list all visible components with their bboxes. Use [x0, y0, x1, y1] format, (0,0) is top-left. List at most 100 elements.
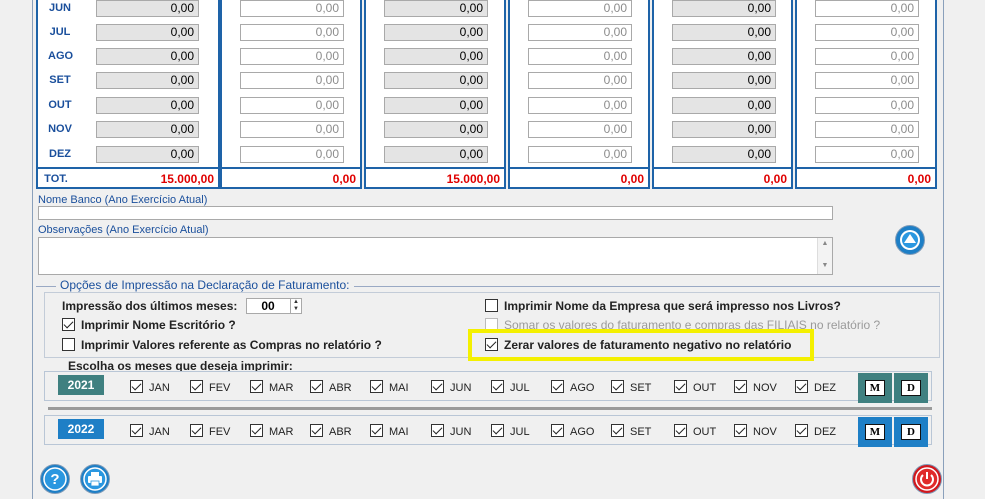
month-checkbox[interactable]	[190, 380, 203, 393]
month-checkbox[interactable]	[491, 380, 504, 393]
month-option[interactable]: OUT	[674, 424, 716, 438]
month-checkbox[interactable]	[611, 424, 624, 437]
mark-all-button[interactable]: M	[858, 417, 892, 447]
value-cell[interactable]: 0,00	[815, 121, 919, 138]
month-checkbox[interactable]	[674, 424, 687, 437]
month-option[interactable]: SET	[611, 424, 651, 438]
month-option[interactable]: JUL	[491, 380, 530, 394]
value-cell[interactable]: 0,00	[815, 24, 919, 41]
month-option[interactable]: AGO	[551, 424, 594, 438]
value-cell[interactable]: 0,00	[528, 97, 632, 114]
value-cell[interactable]: 0,00	[96, 0, 199, 17]
observacoes-field[interactable]: ▲ ▼	[38, 237, 833, 275]
month-option[interactable]: MAI	[370, 380, 409, 394]
month-checkbox[interactable]	[795, 424, 808, 437]
value-cell[interactable]: 0,00	[96, 48, 199, 65]
value-cell[interactable]: 0,00	[96, 121, 199, 138]
month-option[interactable]: JAN	[130, 380, 170, 394]
value-cell[interactable]: 0,00	[528, 72, 632, 89]
month-checkbox[interactable]	[431, 380, 444, 393]
month-checkbox[interactable]	[491, 424, 504, 437]
month-option[interactable]: JAN	[130, 424, 170, 438]
value-cell[interactable]: 0,00	[96, 97, 199, 114]
month-checkbox[interactable]	[611, 380, 624, 393]
value-cell[interactable]: 0,00	[240, 48, 344, 65]
year-badge[interactable]: 2021	[58, 375, 104, 395]
nome-escritorio-checkbox[interactable]	[62, 318, 75, 331]
month-option[interactable]: MAR	[250, 380, 293, 394]
month-checkbox[interactable]	[370, 424, 383, 437]
value-cell[interactable]: 0,00	[240, 121, 344, 138]
value-cell[interactable]: 0,00	[240, 146, 344, 163]
value-cell[interactable]: 0,00	[528, 121, 632, 138]
value-cell[interactable]: 0,00	[528, 0, 632, 17]
month-option[interactable]: FEV	[190, 380, 230, 394]
help-button[interactable]: ?	[40, 464, 70, 494]
month-checkbox[interactable]	[674, 380, 687, 393]
value-cell[interactable]: 0,00	[528, 48, 632, 65]
value-cell[interactable]: 0,00	[815, 146, 919, 163]
value-cell[interactable]: 0,00	[672, 24, 776, 41]
month-checkbox[interactable]	[551, 380, 564, 393]
nome-banco-field[interactable]	[38, 206, 833, 220]
value-cell[interactable]: 0,00	[96, 72, 199, 89]
month-option[interactable]: NOV	[734, 424, 777, 438]
month-option[interactable]: MAR	[250, 424, 293, 438]
month-option[interactable]: ABR	[310, 424, 352, 438]
month-checkbox[interactable]	[734, 424, 747, 437]
month-option[interactable]: OUT	[674, 380, 716, 394]
value-cell[interactable]: 0,00	[384, 97, 488, 114]
month-option[interactable]: ABR	[310, 380, 352, 394]
unmark-all-button[interactable]: D	[894, 373, 928, 403]
value-cell[interactable]: 0,00	[815, 48, 919, 65]
value-cell[interactable]: 0,00	[384, 72, 488, 89]
value-cell[interactable]: 0,00	[96, 146, 199, 163]
value-cell[interactable]: 0,00	[240, 24, 344, 41]
nome-empresa-option[interactable]: Imprimir Nome da Empresa que será impres…	[485, 299, 841, 313]
month-option[interactable]: JUN	[431, 424, 471, 438]
ultimos-meses-stepper[interactable]: 00 ▲ ▼	[246, 298, 302, 314]
value-cell[interactable]: 0,00	[240, 97, 344, 114]
stepper-arrows-icon[interactable]: ▲ ▼	[290, 299, 301, 313]
value-cell[interactable]: 0,00	[672, 146, 776, 163]
power-button[interactable]	[912, 464, 942, 494]
nome-empresa-checkbox[interactable]	[485, 299, 498, 312]
value-cell[interactable]: 0,00	[384, 0, 488, 17]
value-cell[interactable]: 0,00	[384, 48, 488, 65]
month-option[interactable]: JUN	[431, 380, 471, 394]
month-option[interactable]: JUL	[491, 424, 530, 438]
month-option[interactable]: FEV	[190, 424, 230, 438]
month-checkbox[interactable]	[310, 380, 323, 393]
year-badge[interactable]: 2022	[58, 419, 104, 439]
value-cell[interactable]: 0,00	[672, 0, 776, 17]
month-checkbox[interactable]	[431, 424, 444, 437]
month-checkbox[interactable]	[130, 380, 143, 393]
value-cell[interactable]: 0,00	[240, 0, 344, 17]
print-button[interactable]	[80, 464, 110, 494]
value-cell[interactable]: 0,00	[815, 0, 919, 17]
value-cell[interactable]: 0,00	[96, 24, 199, 41]
month-option[interactable]: NOV	[734, 380, 777, 394]
month-checkbox[interactable]	[310, 424, 323, 437]
month-checkbox[interactable]	[250, 380, 263, 393]
month-checkbox[interactable]	[250, 424, 263, 437]
month-checkbox[interactable]	[795, 380, 808, 393]
scroll-top-button[interactable]	[895, 225, 925, 255]
value-cell[interactable]: 0,00	[384, 121, 488, 138]
month-checkbox[interactable]	[734, 380, 747, 393]
nome-escritorio-option[interactable]: Imprimir Nome Escritório ?	[62, 318, 236, 332]
value-cell[interactable]: 0,00	[672, 72, 776, 89]
valores-compras-checkbox[interactable]	[62, 338, 75, 351]
month-option[interactable]: SET	[611, 380, 651, 394]
month-option[interactable]: DEZ	[795, 424, 836, 438]
value-cell[interactable]: 0,00	[528, 24, 632, 41]
observacoes-scrollbar[interactable]: ▲ ▼	[817, 238, 832, 274]
month-checkbox[interactable]	[551, 424, 564, 437]
value-cell[interactable]: 0,00	[528, 146, 632, 163]
value-cell[interactable]: 0,00	[815, 97, 919, 114]
unmark-all-button[interactable]: D	[894, 417, 928, 447]
valores-compras-option[interactable]: Imprimir Valores referente as Compras no…	[62, 338, 382, 352]
month-option[interactable]: DEZ	[795, 380, 836, 394]
month-option[interactable]: AGO	[551, 380, 594, 394]
value-cell[interactable]: 0,00	[384, 146, 488, 163]
